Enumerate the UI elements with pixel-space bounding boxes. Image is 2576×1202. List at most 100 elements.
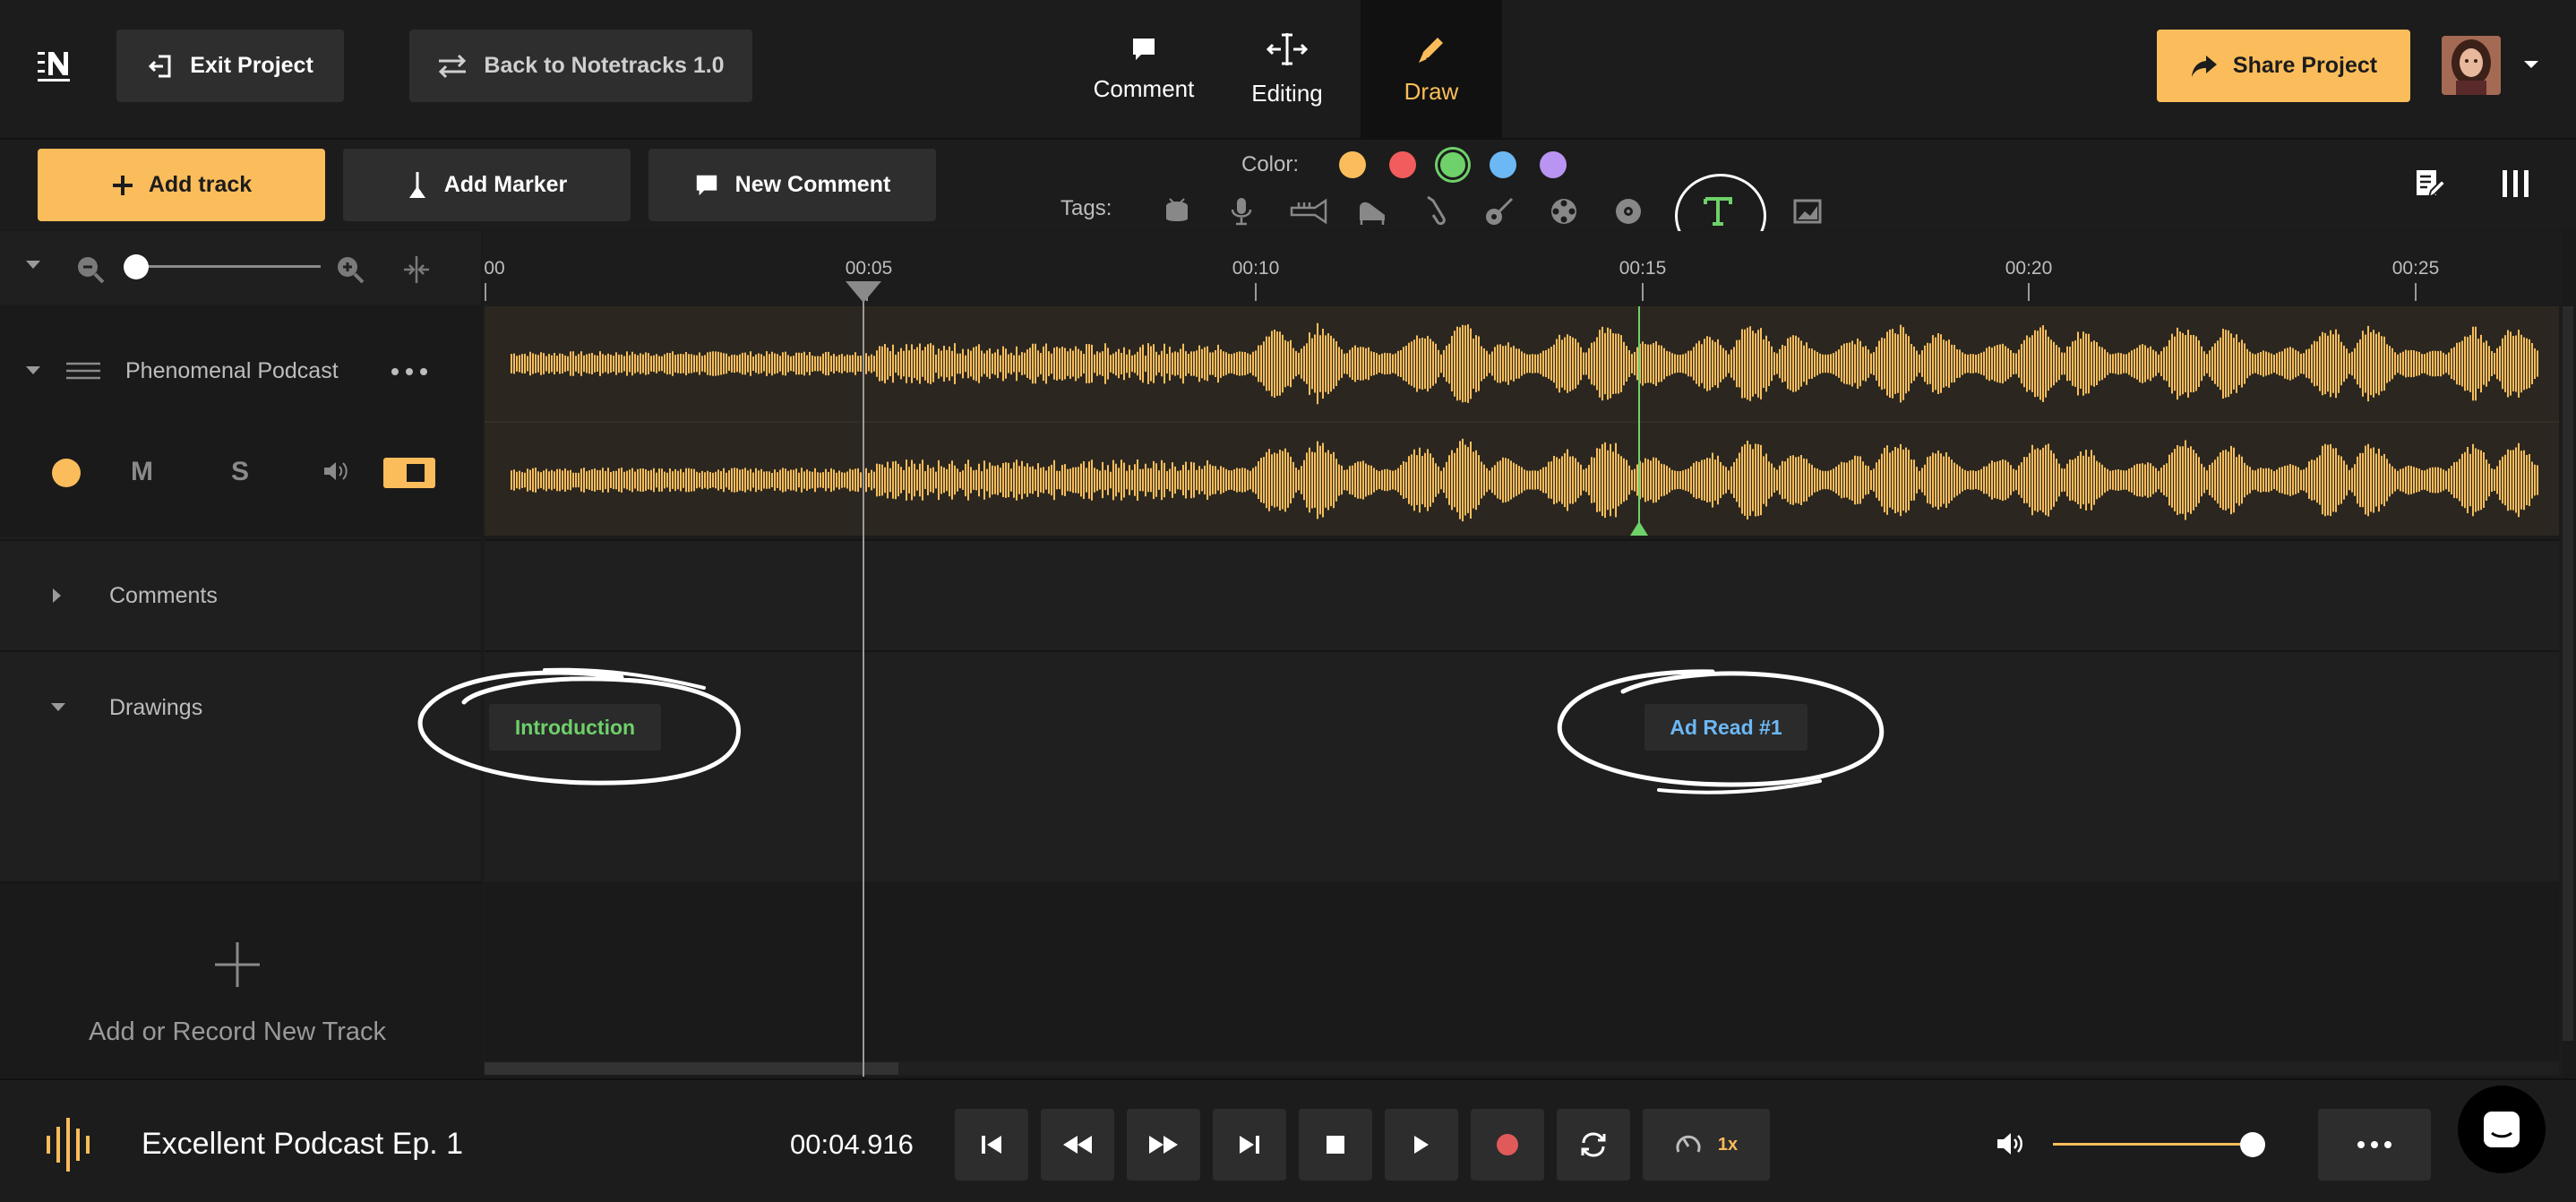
zoom-slider-track[interactable] [133, 265, 321, 268]
drawings-collapse-chevron-icon[interactable] [50, 702, 66, 713]
columns-view-icon[interactable] [2501, 168, 2531, 199]
guitar-icon[interactable] [1483, 195, 1516, 228]
master-volume-slider[interactable] [2053, 1143, 2257, 1146]
stop-button[interactable] [1299, 1109, 1372, 1181]
track-volume-icon[interactable] [322, 459, 349, 484]
tab-editing[interactable]: Editing [1216, 0, 1358, 138]
image-icon[interactable] [1791, 195, 1824, 228]
edit-cursor-line[interactable] [1638, 306, 1640, 530]
color-swatch-green[interactable] [1438, 150, 1468, 180]
new-comment-label: New Comment [734, 172, 891, 197]
comments-expand-chevron-icon[interactable] [52, 588, 63, 604]
fast-forward-button[interactable] [1127, 1109, 1200, 1181]
drum-icon[interactable] [1161, 195, 1193, 228]
playhead-handle[interactable] [846, 281, 881, 303]
drawings-lane[interactable] [485, 650, 2559, 881]
drag-handle-icon[interactable] [64, 361, 102, 381]
audio-clip[interactable] [485, 306, 2559, 536]
trumpet-icon[interactable] [1290, 195, 1329, 228]
exit-icon [147, 53, 174, 80]
zoom-slider-handle[interactable] [124, 254, 149, 279]
tab-comment[interactable]: Comment [1073, 0, 1215, 138]
master-volume-icon[interactable] [1996, 1130, 2026, 1157]
add-marker-button[interactable]: Add Marker [343, 149, 631, 221]
track-color-dot[interactable] [52, 459, 81, 487]
fast-forward-icon [1147, 1134, 1180, 1155]
solo-button[interactable]: S [231, 457, 249, 487]
waveform-channel [511, 322, 2538, 405]
audio-levels-icon[interactable] [45, 1116, 97, 1173]
tick-label-1: 00:05 [845, 258, 893, 279]
add-track-button[interactable]: Add track [38, 149, 325, 221]
waveform [511, 322, 2538, 522]
timeline-ruler[interactable] [483, 231, 2563, 303]
horizontal-scrollbar[interactable] [485, 1062, 2559, 1075]
back-to-v1-label: Back to Notetracks 1.0 [484, 53, 725, 78]
avatar[interactable] [2442, 36, 2501, 95]
vinyl-record-icon[interactable] [1612, 195, 1644, 228]
chat-support-button[interactable] [2458, 1086, 2546, 1173]
track-view-toggle[interactable] [383, 458, 435, 488]
rewind-button[interactable] [1041, 1109, 1114, 1181]
drawings-label[interactable]: Drawings [109, 695, 202, 721]
horizontal-scrollbar-thumb[interactable] [485, 1062, 898, 1075]
edit-notes-icon[interactable] [2413, 167, 2447, 201]
playhead-line[interactable] [863, 296, 864, 1077]
chat-icon [2481, 1109, 2522, 1150]
edit-cursor-handle[interactable] [1630, 521, 1648, 536]
color-swatch-purple[interactable] [1540, 151, 1567, 178]
fit-to-view-icon[interactable] [401, 254, 432, 285]
rewind-icon [1061, 1134, 1094, 1155]
zoom-in-icon[interactable] [335, 254, 365, 285]
share-project-button[interactable]: Share Project [2157, 30, 2410, 102]
plus-icon [111, 174, 134, 197]
track-more-options-icon[interactable] [391, 367, 428, 376]
drawings-lane-header [0, 650, 481, 881]
skip-to-end-button[interactable] [1213, 1109, 1286, 1181]
add-marker-label: Add Marker [443, 172, 568, 197]
exit-project-button[interactable]: Exit Project [116, 30, 344, 102]
text-icon[interactable] [1700, 193, 1732, 226]
saxophone-icon[interactable] [1421, 195, 1453, 228]
record-button[interactable] [1471, 1109, 1544, 1181]
playback-speed-button[interactable]: 1x [1643, 1109, 1770, 1181]
color-swatch-red[interactable] [1389, 151, 1416, 178]
avatar-chevron-down-icon[interactable] [2522, 59, 2540, 70]
collapse-all-chevron-icon[interactable] [25, 260, 41, 270]
notetracks-logo[interactable] [36, 48, 72, 84]
more-options-button[interactable] [2318, 1109, 2431, 1181]
zoom-out-icon[interactable] [75, 254, 106, 285]
skip-to-start-button[interactable] [955, 1109, 1028, 1181]
audio-track-name[interactable]: Phenomenal Podcast [125, 358, 339, 384]
drawing-ellipse-ad-read[interactable] [1551, 656, 1892, 799]
new-comment-button[interactable]: New Comment [648, 149, 936, 221]
skip-to-start-icon [980, 1134, 1003, 1155]
comments-lane[interactable] [485, 539, 2559, 650]
film-reel-icon[interactable] [1548, 195, 1580, 228]
tab-comment-label: Comment [1093, 74, 1195, 102]
trim-icon [1267, 31, 1308, 67]
tab-editing-label: Editing [1251, 79, 1323, 107]
vertical-scrollbar-thumb[interactable] [2563, 306, 2573, 1041]
tab-draw[interactable]: Draw [1361, 0, 1502, 138]
tick-2 [1255, 283, 1257, 301]
comments-label[interactable]: Comments [109, 583, 218, 609]
piano-icon[interactable] [1356, 195, 1388, 228]
tick-0 [485, 283, 486, 301]
vertical-scrollbar[interactable] [2563, 306, 2573, 1041]
track-collapse-chevron-icon[interactable] [25, 365, 41, 376]
share-arrow-icon [2190, 54, 2219, 79]
play-button[interactable] [1385, 1109, 1458, 1181]
loop-button[interactable] [1557, 1109, 1630, 1181]
comment-icon [694, 173, 719, 198]
add-track-plus-icon[interactable] [215, 942, 260, 987]
add-track-label[interactable]: Add or Record New Track [0, 1017, 475, 1047]
color-swatch-yellow[interactable] [1339, 151, 1366, 178]
drawing-ellipse-introduction[interactable] [410, 656, 751, 799]
microphone-icon[interactable] [1225, 195, 1258, 228]
comment-icon [1130, 36, 1157, 63]
color-swatch-blue[interactable] [1490, 151, 1516, 178]
mute-button[interactable]: M [131, 457, 153, 487]
back-to-v1-button[interactable]: Back to Notetracks 1.0 [409, 30, 752, 102]
record-icon [1496, 1133, 1519, 1156]
